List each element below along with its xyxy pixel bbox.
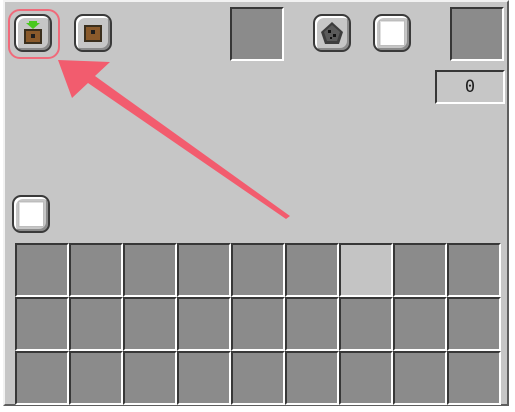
annotation-arrow bbox=[58, 60, 290, 219]
